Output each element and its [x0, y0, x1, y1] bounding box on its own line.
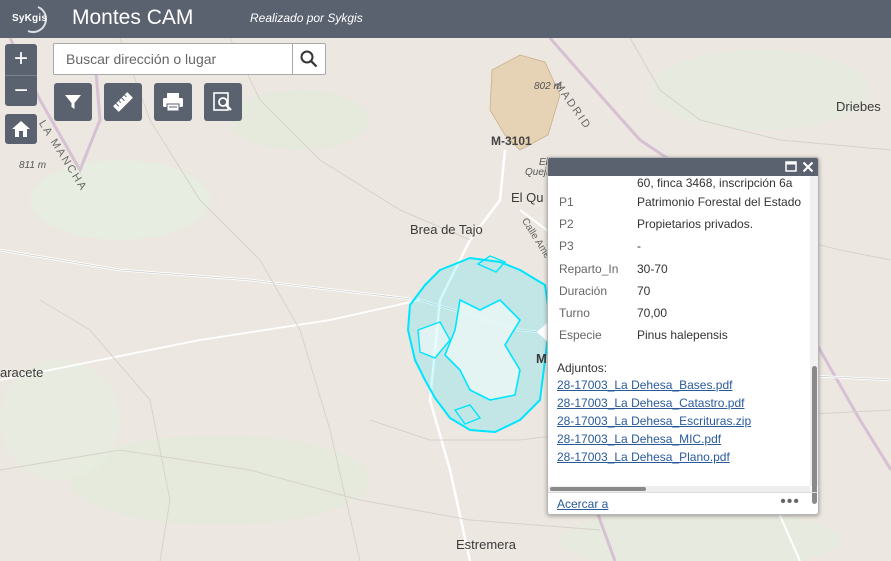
feature-popup: 60, finca 3468, inscripción 6a P1 Patrim…	[547, 157, 819, 515]
close-icon	[802, 161, 814, 172]
field-key: Duración	[559, 284, 608, 298]
zoom-control: + −	[5, 44, 37, 106]
search-box	[53, 43, 326, 75]
attachments-label: Adjuntos:	[557, 361, 608, 375]
logo-text: SyKgis	[12, 13, 48, 24]
field-value: Patrimonio Forestal del Estado	[637, 195, 802, 209]
search-button[interactable]	[292, 44, 325, 74]
attachment-link[interactable]: 28-17003_La Dehesa_Plano.pdf	[557, 450, 730, 464]
field-key: P1	[559, 195, 574, 209]
scrollbar-thumb[interactable]	[812, 366, 817, 504]
zoom-out-button[interactable]: −	[5, 76, 37, 107]
search-input[interactable]	[54, 44, 292, 74]
label-estremera: Estremera	[456, 537, 516, 552]
label-m: M	[536, 351, 547, 366]
popup-vertical-scrollbar[interactable]	[810, 176, 818, 504]
label-el-qu: El Qu	[511, 190, 544, 205]
sykgis-logo: SyKgis	[8, 4, 56, 34]
ruler-icon	[113, 92, 133, 112]
filter-button[interactable]	[54, 83, 92, 121]
maximize-button[interactable]	[784, 159, 798, 174]
label-m3101: M-3101	[491, 134, 532, 148]
label-brea-de-tajo: Brea de Tajo	[410, 222, 483, 237]
field-value: Propietarios privados.	[637, 217, 754, 231]
zoom-in-button[interactable]: +	[5, 44, 37, 76]
more-actions-button[interactable]: •••	[780, 493, 800, 511]
app-subtitle: Realizado por Sykgis	[250, 11, 363, 25]
field-value-partial: 60, finca 3468, inscripción 6a	[637, 176, 793, 190]
field-value: Pinus halepensis	[637, 328, 728, 342]
label-driebes: Driebes	[836, 99, 881, 114]
field-value: 30-70	[637, 262, 668, 276]
search-document-icon	[213, 92, 232, 111]
app-header: SyKgis Montes CAM Realizado por Sykgis	[0, 0, 891, 38]
field-value: -	[637, 239, 641, 253]
popup-footer: Acercar a •••	[548, 492, 818, 514]
popup-header	[548, 158, 818, 176]
label-queji-small: Queji	[525, 167, 549, 178]
field-key: P3	[559, 239, 574, 253]
app-title: Montes CAM	[72, 6, 194, 29]
close-button[interactable]	[801, 159, 815, 174]
query-button[interactable]	[204, 83, 242, 121]
attachment-link[interactable]: 28-17003_La Dehesa_Catastro.pdf	[557, 396, 744, 410]
measure-button[interactable]	[104, 83, 142, 121]
attachment-link[interactable]: 28-17003_La Dehesa_Bases.pdf	[557, 378, 732, 392]
field-key: P2	[559, 217, 574, 231]
scrollbar-thumb[interactable]	[550, 487, 646, 491]
attachment-link[interactable]: 28-17003_La Dehesa_Escrituras.zip	[557, 414, 751, 428]
field-key: Turno	[559, 306, 590, 320]
print-button[interactable]	[154, 83, 192, 121]
home-button[interactable]	[5, 114, 37, 144]
attachment-link[interactable]: 28-17003_La Dehesa_MIC.pdf	[557, 432, 721, 446]
search-icon	[300, 50, 318, 68]
popup-content[interactable]: 60, finca 3468, inscripción 6a P1 Patrim…	[548, 176, 810, 486]
label-elev-802: 802 m	[534, 81, 562, 92]
field-value: 70,00	[637, 306, 668, 320]
printer-icon	[163, 93, 183, 112]
field-key: Reparto_In	[559, 262, 619, 276]
maximize-icon	[785, 161, 797, 172]
field-key: Especie	[559, 328, 602, 342]
label-elev-811: 811 m	[19, 160, 47, 171]
label-aracete: aracete	[0, 365, 44, 380]
zoom-to-link[interactable]: Acercar a	[557, 497, 608, 511]
field-value: 70	[637, 284, 651, 298]
filter-icon	[65, 95, 81, 109]
home-icon	[12, 121, 30, 137]
